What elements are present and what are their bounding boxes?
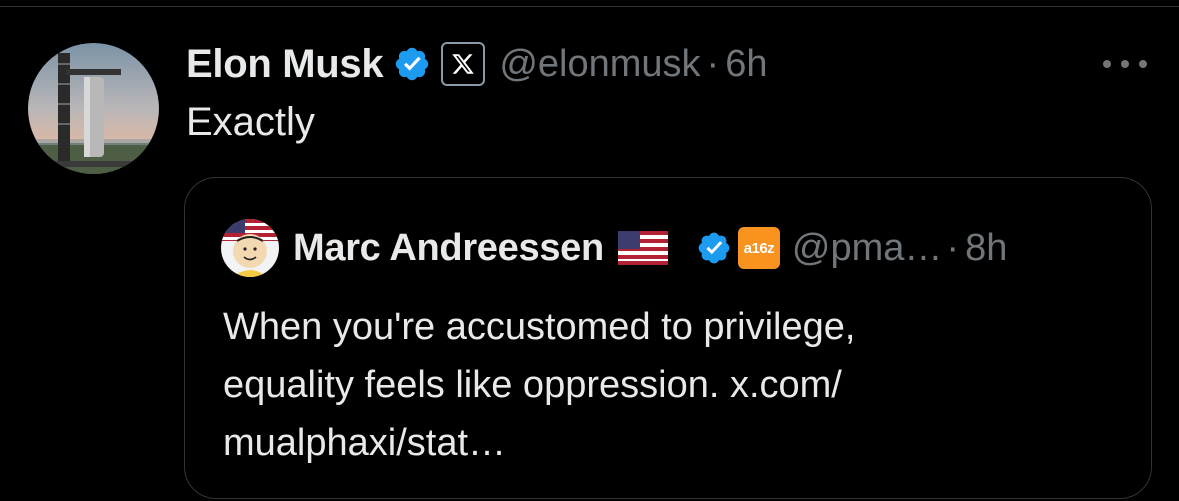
author-name[interactable]: Elon Musk (186, 42, 384, 87)
verified-badge-icon[interactable] (393, 45, 431, 83)
post-header: Elon Musk @elonmusk · 6h (186, 38, 767, 90)
quoted-author-handle[interactable]: @pma… (792, 227, 943, 270)
author-handle[interactable]: @elonmusk (499, 43, 700, 86)
us-flag-icon (617, 231, 668, 265)
a16z-affiliation-badge[interactable]: a16z (737, 227, 780, 269)
separator-dot: · (706, 42, 720, 85)
more-dot-icon (1139, 60, 1147, 68)
more-dot-icon (1103, 60, 1111, 68)
starship-launch-tower-image (28, 43, 159, 174)
quoted-author-avatar[interactable] (221, 219, 279, 277)
quoted-post-time[interactable]: 8h (965, 227, 1007, 270)
quoted-post-text: When you're accustomed to privilege, equ… (223, 298, 1123, 472)
quoted-post-header: Marc Andreessen a16z @pma… · 8h (221, 219, 1007, 277)
x-logo-icon[interactable] (441, 42, 486, 86)
quoted-text-line: equality feels like oppression. x.com/ (223, 364, 842, 406)
quoted-post-card[interactable]: Marc Andreessen a16z @pma… · 8h When you… (184, 177, 1152, 499)
verified-badge-icon[interactable] (696, 230, 732, 266)
more-options-button[interactable] (1100, 46, 1150, 82)
post-time[interactable]: 6h (725, 43, 767, 86)
quoted-text-line: mualphaxi/stat… (223, 422, 507, 464)
more-dot-icon (1121, 60, 1129, 68)
quoted-author-name[interactable]: Marc Andreessen (293, 227, 604, 270)
separator-dot: · (946, 226, 960, 269)
quoted-text-line: When you're accustomed to privilege, (223, 306, 856, 348)
top-divider (0, 6, 1179, 7)
author-avatar[interactable] (28, 43, 159, 174)
post-text: Exactly (186, 100, 315, 144)
